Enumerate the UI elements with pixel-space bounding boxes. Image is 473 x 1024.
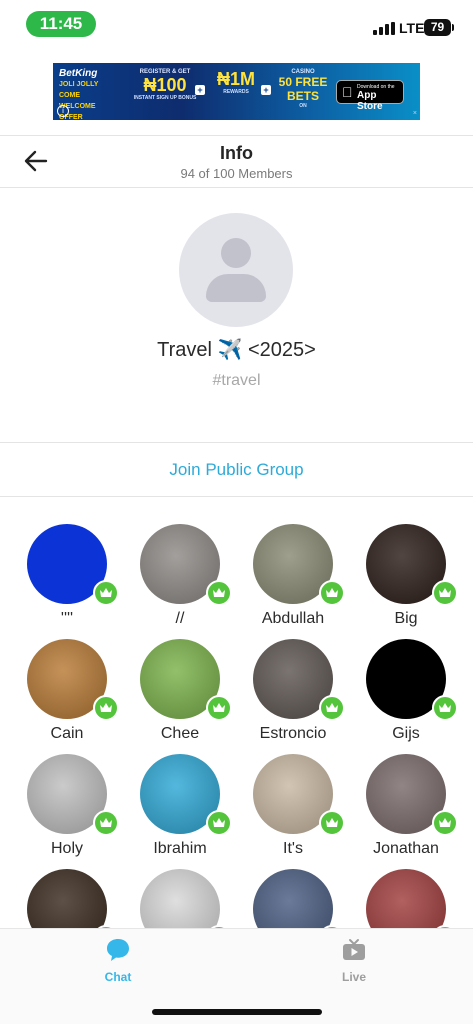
member-name: It's	[283, 840, 303, 857]
crown-icon	[432, 580, 458, 606]
crown-icon	[319, 580, 345, 606]
signal-icon	[373, 22, 395, 35]
member-item[interactable]: ''''	[11, 520, 123, 632]
member-name: ''''	[60, 610, 74, 627]
divider	[0, 496, 473, 497]
tab-live[interactable]: Live	[314, 937, 394, 984]
divider	[0, 187, 473, 188]
ad-plus-icon: +	[261, 85, 271, 95]
member-item[interactable]	[237, 865, 349, 928]
member-name: Estroncio	[259, 725, 327, 742]
member-item[interactable]: Jonathan	[350, 750, 462, 862]
ad-offer-2: ₦1M REWARDS	[216, 69, 255, 95]
crown-icon	[432, 810, 458, 836]
ad-plus-icon: +	[195, 85, 205, 95]
member-name: Chee	[160, 725, 200, 742]
crown-icon	[432, 695, 458, 721]
member-name: Gijs	[392, 725, 420, 742]
crown-icon	[206, 695, 232, 721]
member-name: Cain	[50, 725, 84, 742]
member-name: Abdullah	[261, 610, 325, 627]
member-item[interactable]: Abdullah	[237, 520, 349, 632]
member-name: Jonathan	[373, 840, 439, 857]
group-tag: #travel	[212, 372, 261, 389]
avatar-placeholder-icon	[221, 238, 251, 268]
group-name: Travel ✈️ <2025>	[157, 339, 316, 361]
crown-icon	[206, 810, 232, 836]
member-avatar	[253, 869, 333, 928]
chat-bubble-icon	[107, 939, 129, 961]
crown-icon	[206, 580, 232, 606]
member-item[interactable]: Estroncio	[237, 635, 349, 747]
status-time: 11:45	[26, 11, 96, 37]
member-name: //	[175, 610, 185, 627]
member-item[interactable]: Gijs	[350, 635, 462, 747]
member-item[interactable]: Ibrahim	[124, 750, 236, 862]
apple-icon: 	[342, 84, 353, 100]
member-count: 94 of 100 Members	[180, 166, 293, 181]
airplane-icon: ✈️	[217, 339, 243, 361]
crown-icon	[93, 695, 119, 721]
member-item[interactable]	[11, 865, 123, 928]
tv-icon	[343, 939, 365, 960]
divider	[0, 135, 473, 136]
ad-offer-1: REGISTER & GET ₦100 INSTANT SIGN UP BONU…	[133, 69, 197, 101]
ad-close-icon[interactable]: ×	[413, 110, 417, 117]
network-type: LTE	[399, 20, 425, 36]
app-store-badge[interactable]:  Download on the App Store	[336, 80, 404, 112]
battery-icon: 79	[424, 19, 454, 36]
home-indicator	[152, 1009, 322, 1015]
member-name: Ibrahim	[153, 840, 207, 857]
member-item[interactable]: Holy	[11, 750, 123, 862]
member-item[interactable]: Cain	[11, 635, 123, 747]
status-bar: 11:45 LTE 79	[0, 0, 473, 50]
members-grid: '''' // Abdullah Big Cain Chee Estroncio Gijs Ho…	[0, 520, 473, 928]
page-title: Info	[220, 143, 253, 163]
member-item[interactable]	[124, 865, 236, 928]
ad-info-icon[interactable]: i	[57, 105, 69, 117]
crown-icon	[93, 580, 119, 606]
member-avatar	[27, 869, 107, 928]
member-avatar	[140, 869, 220, 928]
member-avatar	[366, 869, 446, 928]
crown-icon	[319, 810, 345, 836]
member-item[interactable]	[350, 865, 462, 928]
member-name: Holy	[50, 840, 83, 857]
ad-banner[interactable]: BetKing JOLI JOLLY COME WELCOME OFFER i …	[53, 63, 420, 120]
crown-icon	[93, 810, 119, 836]
group-avatar[interactable]	[179, 213, 293, 327]
join-group-button[interactable]: Join Public Group	[0, 443, 473, 496]
member-item[interactable]: //	[124, 520, 236, 632]
member-item[interactable]: Chee	[124, 635, 236, 747]
member-item[interactable]: Big	[350, 520, 462, 632]
crown-icon	[319, 695, 345, 721]
tab-chat[interactable]: Chat	[78, 937, 158, 984]
member-name: Big	[394, 610, 418, 627]
member-item[interactable]: It's	[237, 750, 349, 862]
ad-offer-3: CASINO 50 FREE BETS ON	[278, 69, 328, 109]
